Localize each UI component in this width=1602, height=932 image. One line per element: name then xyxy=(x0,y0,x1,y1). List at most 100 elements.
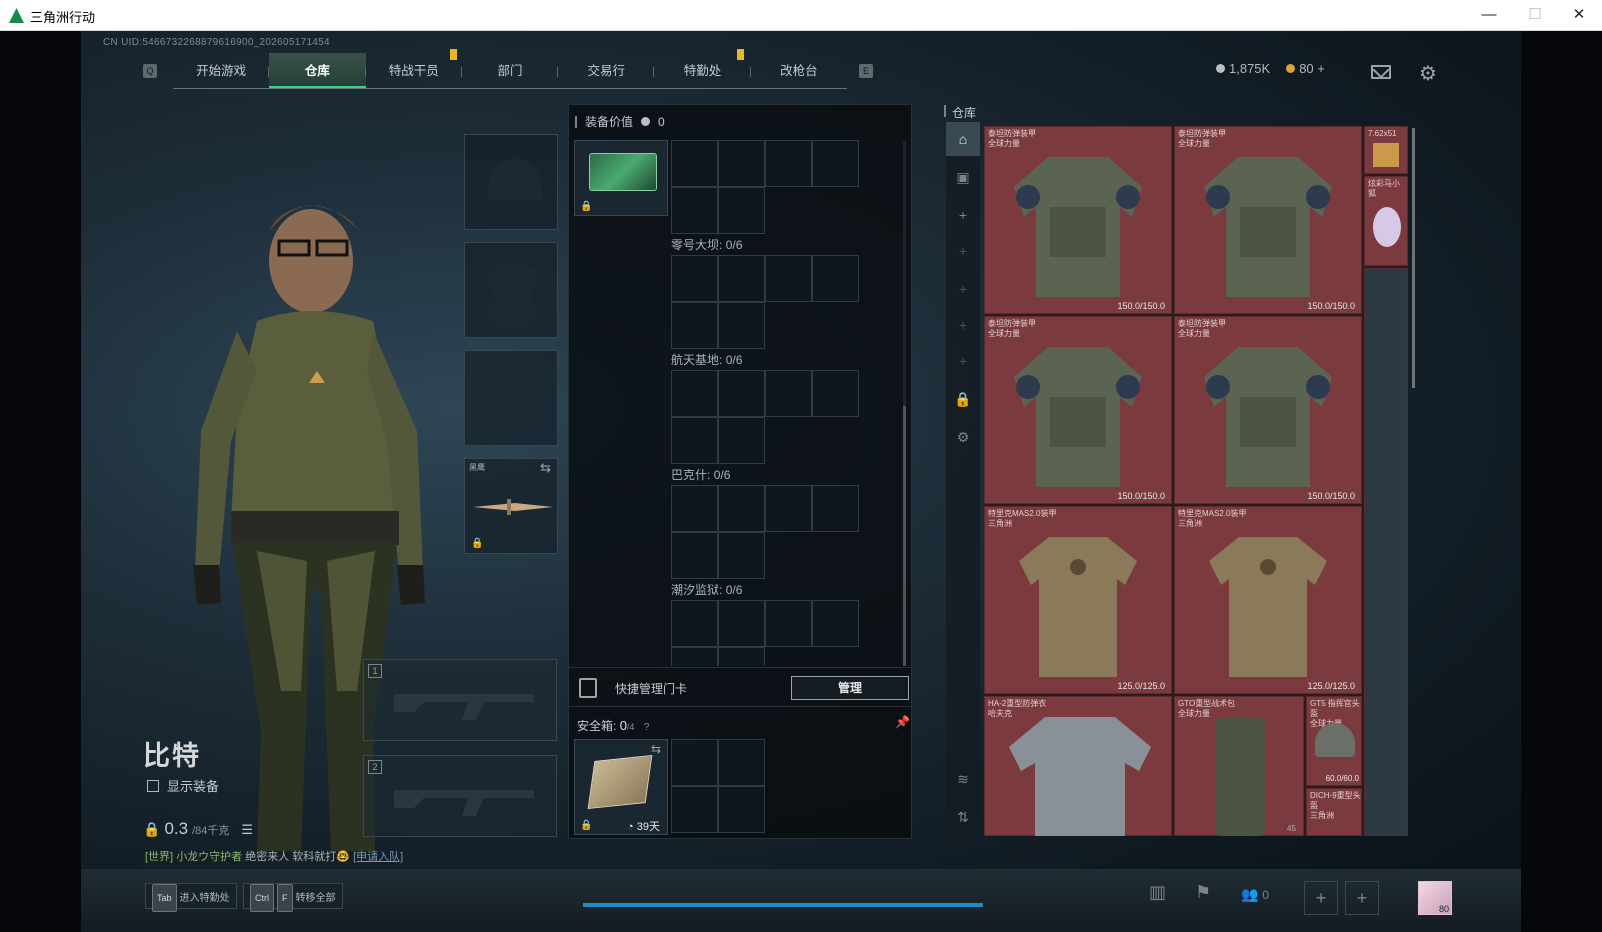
sort-icon[interactable]: ⇅ xyxy=(946,800,980,834)
nav-next-key[interactable]: E xyxy=(859,64,873,78)
primary-weapon-slot[interactable]: 1 xyxy=(363,659,557,741)
ammo-item[interactable]: 7.62x51 xyxy=(1364,126,1408,174)
chat-line[interactable]: [世界] 小龙ウ守护者 绝密来人 软科就打🤓 [申请入队] xyxy=(145,848,403,864)
tab-start-game[interactable]: 开始游戏 xyxy=(173,53,270,88)
show-equipment-toggle[interactable]: 显示装备 xyxy=(147,776,219,795)
warehouse-item[interactable]: 泰坦防弹装甲 全球力量 150.0/150.0 xyxy=(1174,126,1362,314)
backpack-icon xyxy=(1215,717,1265,836)
manage-button[interactable]: 管理 xyxy=(791,676,909,700)
lock-icon[interactable]: 🔒 xyxy=(946,382,980,416)
photo-icon[interactable]: ▣ xyxy=(946,160,980,194)
gold-currency[interactable]: 80 + xyxy=(1286,61,1325,76)
loading-progress xyxy=(583,903,983,907)
add-tab-icon[interactable]: + xyxy=(946,234,980,268)
warehouse-item[interactable]: 特里克MAS2.0装甲 三角洲 125.0/125.0 xyxy=(984,506,1172,694)
bottom-bar: Tab 进入特勤处 Ctrl F 转移全部 ▥ ⚑ 👥 0 + + 80 xyxy=(81,869,1521,932)
safebox-item[interactable]: ⇆ 🔒 ◔ 39天 xyxy=(574,739,668,835)
settings-icon[interactable]: ⚙ xyxy=(946,420,980,454)
tab-department[interactable]: 部门 xyxy=(462,53,559,88)
tab-operators[interactable]: 特战干员 xyxy=(366,53,463,88)
nav-prev-key[interactable]: Q xyxy=(143,64,157,78)
warehouse-item[interactable]: HA-2重型防弹衣 哈夫克 xyxy=(984,696,1172,836)
safe-box: 安全箱: 0/4 ? 📌 ⇆ 🔒 ◔ 39天 xyxy=(569,709,911,839)
gear-icon[interactable]: ⚙ xyxy=(1419,61,1437,86)
enter-special-ops-button[interactable]: Tab 进入特勤处 xyxy=(145,883,237,912)
keycard-case-icon xyxy=(589,153,657,191)
keyroom-scrollbar[interactable] xyxy=(903,141,906,666)
mail-icon[interactable] xyxy=(1371,65,1391,79)
slot-number: 1 xyxy=(368,664,382,678)
keyroom-label: 潮汐监狱: 0/6 xyxy=(671,583,743,597)
keycard-icon xyxy=(579,678,597,698)
add-tab-icon[interactable]: + xyxy=(946,308,980,342)
stats-icon[interactable]: ▥ xyxy=(1149,882,1166,903)
currency-bar: 1,875K 80 + xyxy=(1216,61,1325,76)
checkbox[interactable] xyxy=(147,779,159,792)
melee-label: 黑鹰 xyxy=(469,463,485,472)
warehouse-item[interactable]: 泰坦防弹装甲 全球力量 150.0/150.0 xyxy=(984,126,1172,314)
warehouse-item[interactable]: 泰坦防弹装甲 全球力量 150.0/150.0 xyxy=(1174,316,1362,504)
warehouse-item[interactable]: GTO重型战术包 全球力量 45 xyxy=(1174,696,1304,836)
warehouse-all-icon[interactable]: ⌂ xyxy=(946,122,980,156)
warehouse-sidebar: ⌂ ▣ + + + + + 🔒 ⚙ ≋ ⇅ xyxy=(946,122,980,836)
warehouse-grid: 泰坦防弹装甲 全球力量 150.0/150.0 泰坦防弹装甲 全球力量 150.0/… xyxy=(984,126,1408,836)
join-team-link[interactable]: [申请入队] xyxy=(353,851,403,863)
avatar[interactable]: 80 xyxy=(1418,881,1452,915)
tab-warehouse[interactable]: 仓库 xyxy=(269,53,366,88)
rifle-icon xyxy=(394,694,534,720)
warehouse-scrollbar[interactable] xyxy=(1412,128,1415,388)
flag-icon[interactable]: ⚑ xyxy=(1195,882,1211,903)
warehouse-title: 仓库 xyxy=(944,104,976,121)
team-icon[interactable]: 👥 0 xyxy=(1241,886,1269,903)
minimize-button[interactable]: — xyxy=(1466,0,1512,31)
keycard-holder[interactable]: 🔒 xyxy=(574,140,668,216)
add-tab-icon[interactable]: + xyxy=(946,272,980,306)
pistol-slot[interactable] xyxy=(464,350,558,446)
equipment-value: 装备价值 0 xyxy=(575,113,665,130)
heavy-vest-icon xyxy=(1204,347,1332,488)
maximize-button[interactable]: ☐ xyxy=(1512,0,1558,31)
warehouse-panel: 仓库 ⌂ ▣ + + + + + 🔒 ⚙ ≋ ⇅ 泰坦防弹装甲 全球力量 150.… xyxy=(944,104,1434,844)
swap-icon[interactable]: ⇆ xyxy=(651,742,661,756)
safebox-case-icon xyxy=(587,754,653,810)
list-icon[interactable]: ☰ xyxy=(241,822,253,838)
empty-slot[interactable] xyxy=(1364,268,1408,836)
layers-icon[interactable]: ≋ xyxy=(946,762,980,796)
armor-slot[interactable] xyxy=(464,242,558,338)
transfer-all-button[interactable]: Ctrl F 转移全部 xyxy=(243,883,343,912)
help-icon[interactable]: ? xyxy=(644,722,650,733)
app-logo-icon xyxy=(9,8,24,23)
close-button[interactable]: ✕ xyxy=(1556,0,1602,31)
helmet-slot[interactable] xyxy=(464,134,558,230)
silver-coin-icon xyxy=(641,117,651,126)
game-viewport: CN UID:5466732268879616900_202605171454 … xyxy=(0,31,1602,932)
pistol-icon xyxy=(479,387,545,421)
operator-character xyxy=(193,205,425,851)
keyroom-label: 零号大坝: 0/6 xyxy=(671,238,743,252)
warehouse-item[interactable]: 特里克MAS2.0装甲 三角洲 125.0/125.0 xyxy=(1174,506,1362,694)
add-tab-icon[interactable]: + xyxy=(946,344,980,378)
pin-icon[interactable]: 📌 xyxy=(895,715,910,729)
invite-slot-button[interactable]: + xyxy=(1345,881,1379,915)
silver-currency[interactable]: 1,875K xyxy=(1216,61,1270,76)
top-nav: Q 开始游戏 仓库 特战干员 部门 交易行 特勤处 改枪台 E xyxy=(141,49,873,89)
safebox-header: 安全箱: 0/4 ? xyxy=(577,718,650,733)
heavy-vest-icon xyxy=(1014,347,1142,488)
rifle-icon xyxy=(394,790,534,816)
swap-icon[interactable]: ⇆ xyxy=(540,460,551,476)
tab-gunsmith[interactable]: 改枪台 xyxy=(751,53,847,88)
lock-icon: 🔒 xyxy=(580,201,593,212)
warehouse-item[interactable]: GT5 指挥官头盔 全球力量 60.0/60.0 xyxy=(1306,696,1362,786)
tab-market[interactable]: 交易行 xyxy=(558,53,655,88)
charm-item[interactable]: 炫彩马小狐 xyxy=(1364,176,1408,266)
melee-slot[interactable]: 黑鹰 ⇆ 🔒 xyxy=(464,458,558,554)
heavy-vest-icon xyxy=(1014,157,1142,298)
safebox-timer: ◔ 39天 xyxy=(627,821,660,833)
invite-slot-button[interactable]: + xyxy=(1304,881,1338,915)
add-tab-icon[interactable]: + xyxy=(946,198,980,232)
keyroom-label: 航天基地: 0/6 xyxy=(671,353,743,367)
gold-coin-icon xyxy=(1286,64,1296,73)
secondary-weapon-slot[interactable]: 2 xyxy=(363,755,557,837)
warehouse-item[interactable]: DICH-9重型头盔 三角洲 xyxy=(1306,788,1362,836)
warehouse-item[interactable]: 泰坦防弹装甲 全球力量 150.0/150.0 xyxy=(984,316,1172,504)
